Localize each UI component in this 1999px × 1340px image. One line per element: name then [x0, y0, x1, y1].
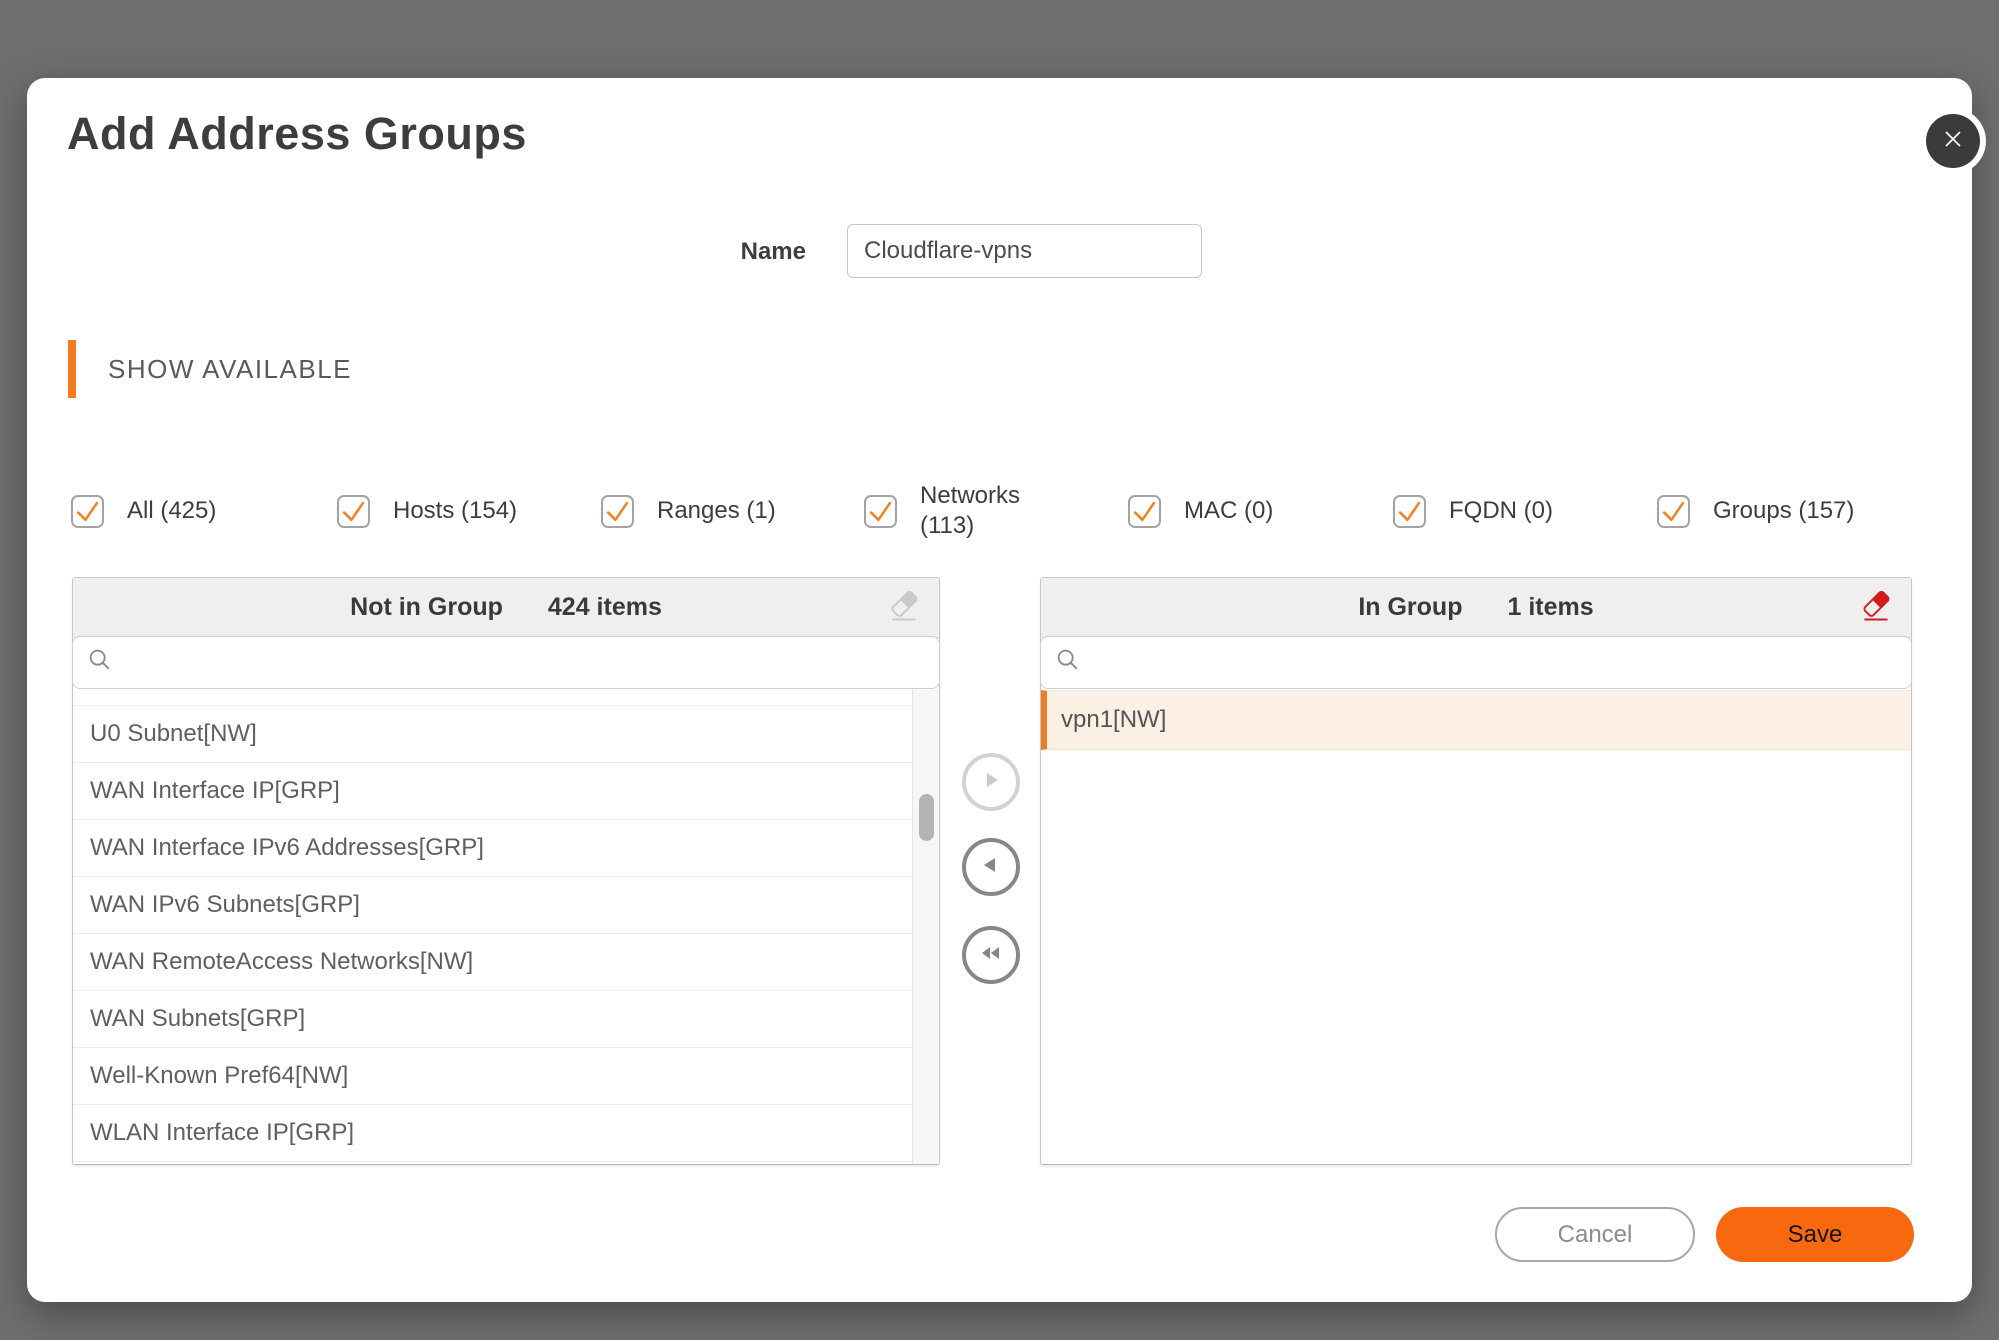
- in-group-header: In Group 1 items: [1041, 578, 1911, 638]
- clear-left-list-button[interactable]: [883, 587, 925, 629]
- add-address-groups-dialog: Add Address Groups Name SHOW AVAILABLE A…: [27, 78, 1972, 1302]
- filter-hosts[interactable]: Hosts (154): [337, 476, 517, 546]
- arrow-right-icon: [979, 768, 1003, 797]
- cancel-button[interactable]: Cancel: [1495, 1207, 1695, 1262]
- panel-title: Not in Group: [350, 593, 503, 622]
- search-icon: [1054, 646, 1082, 679]
- checkbox-checked-icon: [601, 495, 634, 528]
- filter-mac[interactable]: MAC (0): [1128, 476, 1273, 546]
- right-search-input[interactable]: [1092, 636, 1911, 689]
- filter-label: MAC (0): [1184, 496, 1273, 526]
- right-search-box: [1040, 636, 1912, 689]
- not-in-group-list: U0 Subnet[NW] WAN Interface IP[GRP] WAN …: [73, 690, 939, 1164]
- list-item-selected[interactable]: vpn1[NW]: [1041, 690, 1911, 750]
- filter-label: Networks (113): [920, 481, 1038, 541]
- eraser-icon: [1858, 588, 1894, 629]
- search-icon: [86, 646, 114, 679]
- close-button[interactable]: [1926, 114, 1980, 168]
- eraser-icon: [886, 588, 922, 629]
- section-title: SHOW AVAILABLE: [108, 340, 352, 398]
- in-group-list: vpn1[NW]: [1041, 690, 1911, 1164]
- page-title: Add Address Groups: [67, 108, 527, 160]
- panel-item-count: 424 items: [548, 593, 662, 622]
- panel-item-count: 1 items: [1507, 593, 1593, 622]
- list-item[interactable]: WLAN Interface IP[GRP]: [73, 1105, 913, 1162]
- filter-label: Groups (157): [1713, 496, 1854, 526]
- left-search-box: [72, 636, 940, 689]
- left-search-input[interactable]: [124, 636, 939, 689]
- panel-title: In Group: [1358, 593, 1462, 622]
- list-item[interactable]: WAN IPv6 Subnets[GRP]: [73, 877, 913, 934]
- checkbox-checked-icon: [864, 495, 897, 528]
- in-group-panel: In Group 1 items: [1040, 577, 1912, 1165]
- filter-fqdn[interactable]: FQDN (0): [1393, 476, 1553, 546]
- filter-label: FQDN (0): [1449, 496, 1553, 526]
- save-button[interactable]: Save: [1716, 1207, 1914, 1262]
- filter-label: Ranges (1): [657, 496, 776, 526]
- checkbox-checked-icon: [71, 495, 104, 528]
- checkbox-checked-icon: [1393, 495, 1426, 528]
- list-item[interactable]: WAN Subnets[GRP]: [73, 991, 913, 1048]
- list-item[interactable]: WAN Interface IPv6 Addresses[GRP]: [73, 820, 913, 877]
- double-arrow-left-icon: [978, 941, 1004, 970]
- name-input[interactable]: [847, 224, 1202, 278]
- move-right-button[interactable]: [962, 753, 1020, 811]
- checkbox-checked-icon: [1128, 495, 1161, 528]
- list-row-sliver: [73, 690, 913, 706]
- close-icon: [1940, 126, 1966, 157]
- not-in-group-panel: Not in Group 424 items: [72, 577, 940, 1165]
- move-left-button[interactable]: [962, 838, 1020, 896]
- not-in-group-header: Not in Group 424 items: [73, 578, 939, 638]
- list-item[interactable]: WAN RemoteAccess Networks[NW]: [73, 934, 913, 991]
- filter-ranges[interactable]: Ranges (1): [601, 476, 776, 546]
- checkbox-checked-icon: [337, 495, 370, 528]
- scrollbar-thumb[interactable]: [919, 794, 934, 841]
- filter-all[interactable]: All (425): [71, 476, 216, 546]
- list-item[interactable]: WAN Interface IP[GRP]: [73, 763, 913, 820]
- filter-networks[interactable]: Networks (113): [864, 476, 1038, 546]
- checkbox-checked-icon: [1657, 495, 1690, 528]
- filter-label: All (425): [127, 496, 216, 526]
- name-label: Name: [686, 225, 806, 279]
- clear-right-list-button[interactable]: [1855, 587, 1897, 629]
- arrow-left-icon: [979, 853, 1003, 882]
- move-all-left-button[interactable]: [962, 926, 1020, 984]
- list-item[interactable]: U0 Subnet[NW]: [73, 706, 913, 763]
- filter-groups[interactable]: Groups (157): [1657, 476, 1854, 546]
- section-accent-bar: [68, 340, 76, 398]
- filter-label: Hosts (154): [393, 496, 517, 526]
- list-item[interactable]: Well-Known Pref64[NW]: [73, 1048, 913, 1105]
- left-list-scrollbar[interactable]: [912, 690, 939, 1164]
